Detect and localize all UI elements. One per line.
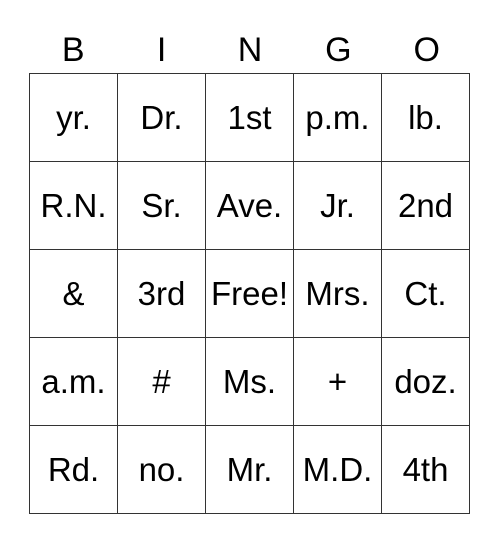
bingo-cell: M.D.	[293, 425, 382, 514]
bingo-cell: doz.	[381, 337, 470, 426]
bingo-cell: p.m.	[293, 73, 382, 162]
bingo-cell: Rd.	[29, 425, 118, 514]
bingo-cell: Ct.	[381, 249, 470, 338]
bingo-cell: a.m.	[29, 337, 118, 426]
grid-row: R.N. Sr. Ave. Jr. 2nd	[29, 161, 470, 250]
bingo-cell: Ms.	[205, 337, 294, 426]
bingo-cell: 2nd	[381, 161, 470, 250]
bingo-cell: Sr.	[117, 161, 206, 250]
header-letter-n: N	[237, 31, 263, 69]
bingo-cell: &	[29, 249, 118, 338]
grid-row: yr. Dr. 1st p.m. lb.	[29, 73, 470, 162]
bingo-cell: Ave.	[205, 161, 294, 250]
bingo-header: B I N G O	[29, 28, 471, 73]
bingo-cell: 3rd	[117, 249, 206, 338]
bingo-cell: no.	[117, 425, 206, 514]
bingo-cell: Dr.	[117, 73, 206, 162]
bingo-cell: Jr.	[293, 161, 382, 250]
bingo-cell: lb.	[381, 73, 470, 162]
bingo-cell: yr.	[29, 73, 118, 162]
bingo-cell: R.N.	[29, 161, 118, 250]
free-space-cell: Free!	[205, 249, 294, 338]
grid-row: Rd. no. Mr. M.D. 4th	[29, 425, 470, 514]
bingo-grid: yr. Dr. 1st p.m. lb. R.N. Sr. Ave. Jr. 2…	[29, 73, 470, 514]
header-letter-b: B	[61, 31, 85, 69]
header-letter-g: G	[325, 31, 352, 69]
bingo-cell: Mr.	[205, 425, 294, 514]
header-letter-o: O	[413, 31, 440, 69]
grid-row: & 3rd Free! Mrs. Ct.	[29, 249, 470, 338]
header-letter-i: I	[156, 31, 167, 69]
bingo-cell: +	[293, 337, 382, 426]
grid-row: a.m. # Ms. + doz.	[29, 337, 470, 426]
bingo-cell: #	[117, 337, 206, 426]
bingo-cell: 4th	[381, 425, 470, 514]
bingo-cell: 1st	[205, 73, 294, 162]
bingo-cell: Mrs.	[293, 249, 382, 338]
